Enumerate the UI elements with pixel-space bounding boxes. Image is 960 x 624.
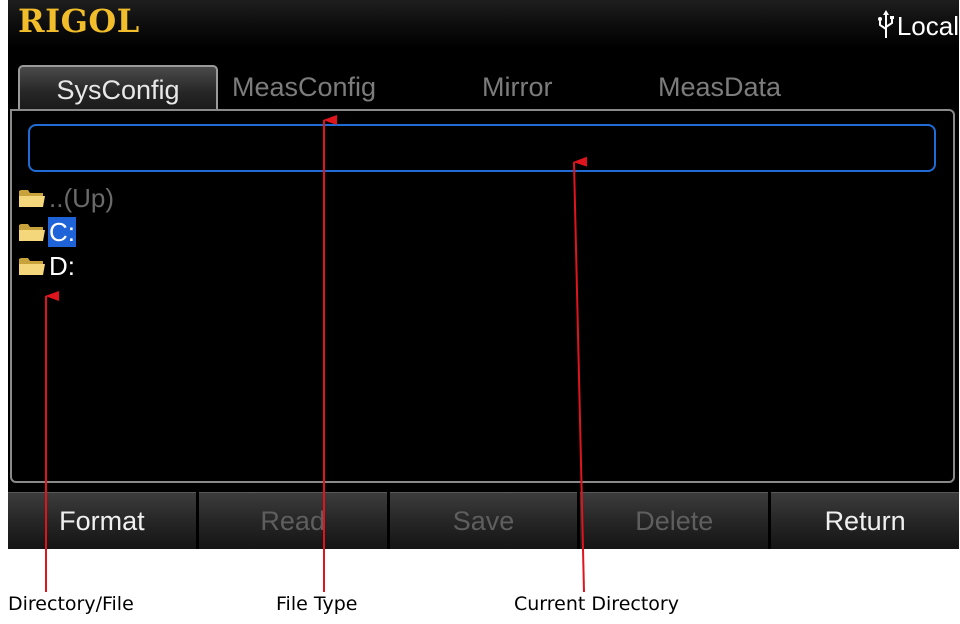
folder-icon — [19, 224, 45, 241]
callout-directory-file: Directory/File — [8, 593, 134, 615]
format-button[interactable]: Format — [8, 492, 196, 549]
read-button[interactable]: Read — [198, 492, 387, 549]
callout-current-directory: Current Directory — [514, 593, 679, 615]
file-item-d-drive[interactable]: D: — [18, 249, 115, 283]
tab-measconfig[interactable]: MeasConfig — [232, 64, 376, 110]
delete-button[interactable]: Delete — [580, 492, 769, 549]
file-type-tabs: SysConfig MeasConfig Mirror MeasData — [8, 58, 959, 110]
return-button[interactable]: Return — [771, 492, 959, 549]
rigol-logo: RIGOL — [18, 2, 140, 40]
file-browser-panel: ..(Up) C: D: — [10, 109, 955, 483]
file-item-label: D: — [49, 251, 75, 281]
file-item-up[interactable]: ..(Up) — [18, 181, 115, 215]
instrument-screen: RIGOL Local SysConfig MeasConfig Mirror … — [8, 0, 959, 549]
title-bar: RIGOL Local — [8, 0, 959, 48]
folder-icon — [19, 258, 45, 275]
tab-measdata[interactable]: MeasData — [658, 64, 781, 110]
tab-mirror[interactable]: Mirror — [482, 64, 552, 110]
softkey-bar: Format Read Save Delete Return — [8, 492, 959, 549]
file-item-c-drive[interactable]: C: — [18, 215, 115, 249]
file-item-label: ..(Up) — [49, 183, 114, 213]
file-item-label: C: — [48, 217, 76, 247]
status-label: Local — [896, 11, 959, 41]
tab-sysconfig[interactable]: SysConfig — [18, 65, 218, 110]
folder-icon — [19, 190, 45, 207]
remote-status: Local — [877, 8, 959, 48]
file-list: ..(Up) C: D: — [18, 181, 115, 283]
save-button[interactable]: Save — [389, 492, 578, 549]
current-directory-field[interactable] — [28, 124, 936, 172]
callout-file-type: File Type — [276, 593, 358, 615]
usb-icon — [877, 10, 894, 38]
